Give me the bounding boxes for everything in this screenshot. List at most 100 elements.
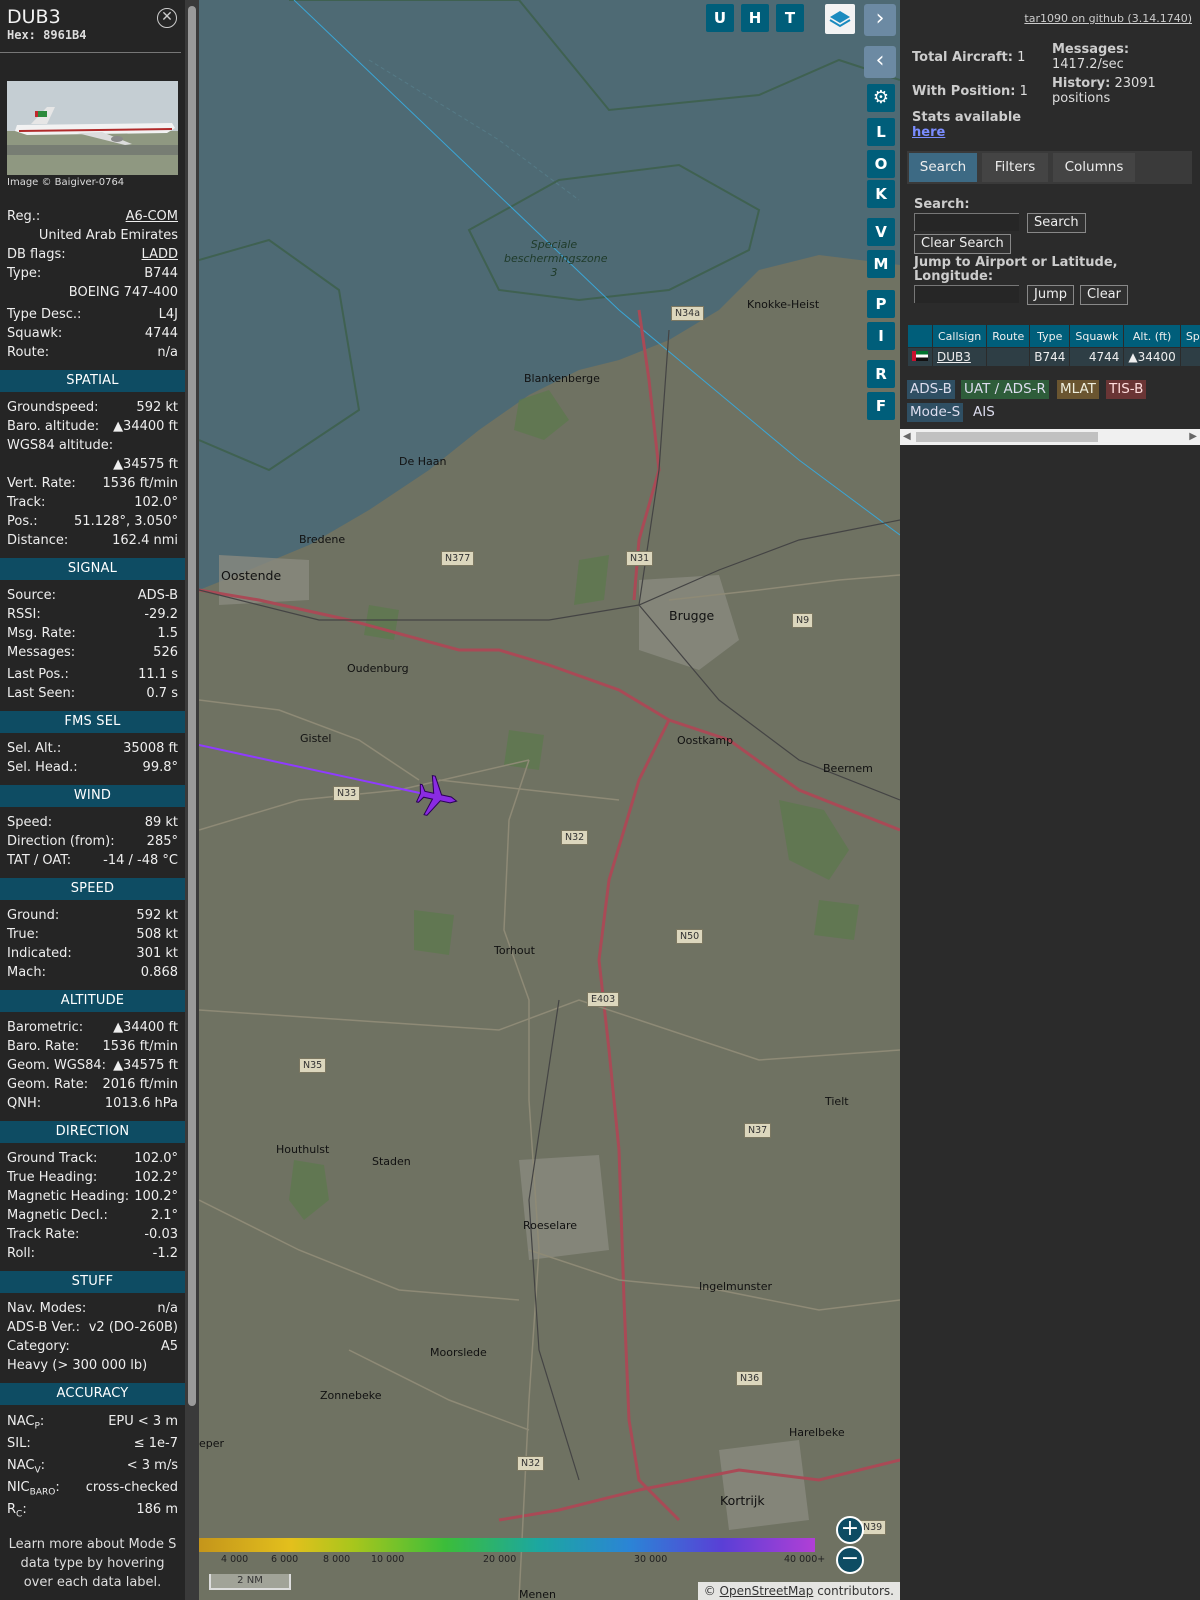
info-row: Ground Track: 102.0°: [0, 1149, 185, 1168]
tab-search[interactable]: Search: [909, 153, 977, 182]
map-button-r[interactable]: R: [867, 360, 895, 388]
map-city-label: Torhout: [494, 944, 535, 957]
table-scroll-thumb[interactable]: [916, 432, 1098, 442]
info-value: EPU < 3 m: [108, 1414, 178, 1429]
info-value: n/a: [157, 345, 178, 360]
map-button-f[interactable]: F: [867, 392, 895, 420]
info-value: 526: [153, 645, 178, 660]
info-value[interactable]: A6-COM: [126, 207, 178, 226]
table-horizontal-scrollbar[interactable]: ◀ ▶: [900, 429, 1200, 445]
table-row[interactable]: DUB3 B744 4744 ▲34400: [907, 347, 1200, 367]
flag-icon: [907, 347, 933, 367]
info-row: QNH: 1013.6 hPa: [0, 1094, 185, 1113]
road-shield: N32: [561, 830, 589, 845]
map-button-l[interactable]: L: [867, 118, 895, 146]
info-label: Vert. Rate:: [7, 476, 76, 491]
info-row: Distance: 162.4 nmi: [0, 531, 185, 550]
info-label-text: NIC: [7, 1480, 30, 1495]
info-label: QNH:: [7, 1096, 42, 1111]
info-label: Category:: [7, 1339, 70, 1354]
total-aircraft: Total Aircraft: 1: [912, 50, 1025, 65]
altitude-tick: 40 000+: [784, 1554, 826, 1565]
road-shield: N377: [441, 551, 475, 566]
info-value: cross-checked: [85, 1480, 178, 1495]
col-altitude[interactable]: Alt. (ft): [1123, 324, 1181, 348]
clear-button[interactable]: Clear: [1080, 285, 1128, 305]
info-row: Messages: 526: [0, 643, 185, 662]
info-scrollbar[interactable]: [185, 0, 199, 1600]
road-shield: N50: [676, 929, 704, 944]
col-speed[interactable]: Spd: [1179, 324, 1200, 348]
stats-link[interactable]: here: [912, 125, 945, 140]
info-value: United Arab Emirates: [38, 228, 178, 243]
expand-right-icon[interactable]: ›: [864, 4, 896, 36]
scroll-left-icon[interactable]: ◀: [903, 429, 911, 445]
info-value[interactable]: LADD: [142, 245, 178, 264]
layers-icon[interactable]: [825, 4, 855, 34]
map-button-m[interactable]: M: [867, 250, 895, 278]
col-callsign[interactable]: Callsign: [931, 324, 988, 348]
info-value: n/a: [157, 1301, 178, 1316]
clear-search-button[interactable]: Clear Search: [914, 234, 1011, 254]
info-value: 35008 ft: [123, 741, 178, 756]
search-input[interactable]: [914, 213, 1019, 231]
jump-button[interactable]: Jump: [1027, 285, 1074, 305]
tab-filters[interactable]: Filters: [982, 153, 1048, 182]
tab-columns[interactable]: Columns: [1053, 153, 1135, 182]
info-label-sub: P: [34, 1421, 40, 1432]
zoom-in-button[interactable]: +: [836, 1516, 864, 1544]
info-label: Geom. Rate:: [7, 1077, 89, 1092]
info-row: ADS-B Ver.: v2 (DO-260B): [0, 1318, 185, 1337]
map-button-i[interactable]: I: [867, 322, 895, 350]
road-shield: N35: [299, 1058, 327, 1073]
info-value: 51.128°, 3.050°: [74, 514, 178, 529]
search-button[interactable]: Search: [1027, 213, 1086, 233]
info-label: True:: [7, 927, 39, 942]
info-row: Roll: -1.2: [0, 1244, 185, 1263]
scroll-right-icon[interactable]: ▶: [1189, 429, 1197, 445]
info-scrollbar-thumb[interactable]: [188, 6, 196, 1406]
info-row: Baro. altitude: ▲34400 ft: [0, 417, 185, 436]
info-row: Sel. Head.: 99.8°: [0, 758, 185, 777]
map-button-u[interactable]: U: [706, 4, 734, 32]
col-flag[interactable]: [907, 324, 933, 348]
col-type[interactable]: Type: [1029, 324, 1071, 348]
info-row: NACV: < 3 m/s: [0, 1455, 185, 1477]
section-altitude: ALTITUDE: [0, 990, 185, 1012]
info-row: Nav. Modes: n/a: [0, 1299, 185, 1318]
col-squawk[interactable]: Squawk: [1069, 324, 1125, 348]
cell-route: [986, 347, 1031, 367]
section-signal: SIGNAL: [0, 558, 185, 580]
map-button-k[interactable]: K: [867, 180, 895, 208]
info-row: Heavy (> 300 000 lb): [0, 1356, 185, 1375]
info-row: TAT / OAT: -14 / -48 °C: [0, 851, 185, 870]
map-button-t[interactable]: T: [776, 4, 804, 32]
info-value: 2.1°: [150, 1208, 178, 1223]
info-row: Speed: 89 kt: [0, 813, 185, 832]
map-button-v[interactable]: V: [867, 218, 895, 246]
info-row: Geom. Rate: 2016 ft/min: [0, 1075, 185, 1094]
aircraft-info-panel: DUB3 Hex: 8961B4 ✕ Image © Baigiver-0764…: [0, 0, 185, 1600]
zoom-out-button[interactable]: −: [836, 1546, 864, 1574]
map-button-h[interactable]: H: [741, 4, 769, 32]
map-button-p[interactable]: P: [867, 290, 895, 318]
table-header-row: Callsign Route Type Squawk Alt. (ft) Spd: [907, 324, 1200, 348]
road-shield: N34a: [671, 306, 705, 321]
jump-input[interactable]: [914, 285, 1019, 303]
settings-gear-icon[interactable]: ⚙: [867, 84, 895, 112]
attribution-link[interactable]: OpenStreetMap: [720, 1584, 814, 1598]
info-row: Reg.: A6-COM: [0, 207, 185, 226]
altitude-tick: 4 000: [221, 1554, 249, 1565]
map-button-o[interactable]: O: [867, 150, 895, 178]
col-route[interactable]: Route: [986, 324, 1031, 348]
map-view[interactable]: Oostende Brugge Blankenberge Knokke-Heist De…: [199, 0, 900, 1600]
close-icon[interactable]: ✕: [157, 8, 177, 28]
source-modes: Mode-S: [907, 403, 964, 422]
cell-callsign[interactable]: DUB3: [931, 347, 988, 367]
github-link[interactable]: tar1090 on github (3.14.1740): [1024, 12, 1192, 25]
previous-icon[interactable]: ‹: [864, 46, 896, 78]
section-direction: DIRECTION: [0, 1121, 185, 1143]
aircraft-photo[interactable]: [7, 81, 178, 175]
hex-value: 8961B4: [43, 28, 87, 42]
hex-label: Hex:: [7, 28, 36, 42]
